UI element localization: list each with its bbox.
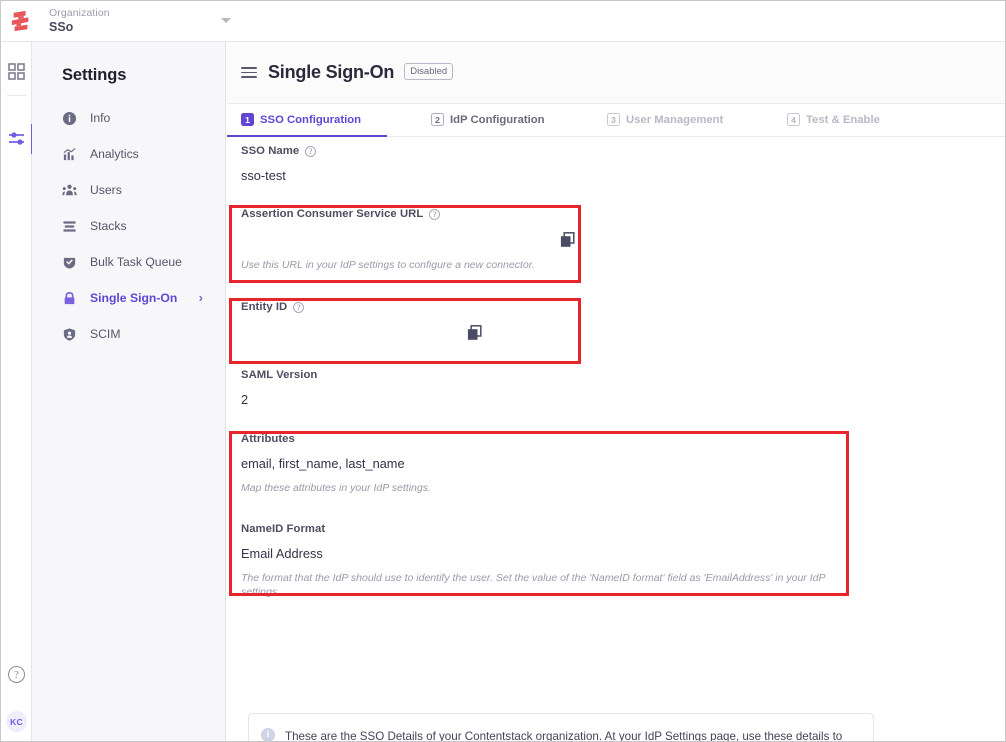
sidebar-item-users[interactable]: Users bbox=[32, 172, 225, 208]
tab-sso-configuration[interactable]: 1 SSO Configuration bbox=[241, 104, 387, 136]
acs-url-value-row bbox=[241, 220, 587, 258]
nameid-format-value: Email Address bbox=[241, 546, 847, 561]
tab-label: IdP Configuration bbox=[450, 114, 545, 126]
sidebar-item-label: Info bbox=[90, 111, 110, 125]
info-callout-text: These are the SSO Details of your Conten… bbox=[285, 727, 859, 742]
tab-label: User Management bbox=[626, 114, 723, 126]
info-icon: i bbox=[261, 728, 275, 742]
left-rail: ? KC bbox=[1, 42, 32, 742]
attributes-value: email, first_name, last_name bbox=[241, 456, 847, 471]
tab-bar: 1 SSO Configuration 2 IdP Configuration … bbox=[227, 104, 1005, 137]
tab-label: SSO Configuration bbox=[260, 114, 361, 126]
sso-name-value: sso-test bbox=[241, 168, 316, 183]
field-sso-name: SSO Name ? sso-test bbox=[241, 145, 316, 183]
acs-url-hint: Use this URL in your IdP settings to con… bbox=[241, 258, 587, 272]
field-attributes: Attributes email, first_name, last_name … bbox=[241, 433, 847, 495]
help-icon[interactable]: ? bbox=[305, 146, 316, 157]
sliders-icon-glyph bbox=[8, 131, 26, 147]
field-assertion-consumer-service-url: Assertion Consumer Service URL ? Use thi… bbox=[241, 208, 587, 272]
copy-icon[interactable] bbox=[560, 232, 575, 253]
tab-test-and-enable[interactable]: 4 Test & Enable bbox=[787, 104, 880, 136]
page-header: Single Sign-On Disabled bbox=[227, 42, 1005, 104]
organization-switcher[interactable]: Organization SSo bbox=[49, 1, 239, 41]
entity-id-value-row bbox=[241, 313, 587, 351]
sidebar-item-analytics[interactable]: Analytics bbox=[32, 136, 225, 172]
chevron-down-icon[interactable] bbox=[221, 18, 231, 23]
sidebar-nav-list: Info Analytics bbox=[32, 100, 225, 352]
tab-user-management[interactable]: 3 User Management bbox=[607, 104, 743, 136]
help-icon[interactable]: ? bbox=[8, 666, 25, 683]
tab-number: 3 bbox=[607, 113, 620, 126]
app-window: Organization SSo ? KC bbox=[0, 0, 1006, 742]
contentstack-logo-icon bbox=[10, 9, 32, 33]
sidebar-item-label: SCIM bbox=[90, 327, 120, 341]
top-bar: Organization SSo bbox=[1, 1, 1005, 42]
chevron-right-icon[interactable]: › bbox=[199, 291, 203, 304]
nameid-format-hint: The format that the IdP should use to id… bbox=[241, 571, 847, 599]
tab-number: 2 bbox=[431, 113, 444, 126]
stacks-icon bbox=[62, 219, 82, 234]
entity-id-label-text: Entity ID bbox=[241, 301, 287, 313]
tab-number: 4 bbox=[787, 113, 800, 126]
entity-id-label: Entity ID ? bbox=[241, 301, 587, 313]
sidebar-item-bulk-task-queue[interactable]: Bulk Task Queue bbox=[32, 244, 225, 280]
info-icon bbox=[62, 111, 82, 126]
nameid-format-label: NameID Format bbox=[241, 523, 847, 535]
grid-icon[interactable] bbox=[1, 50, 32, 92]
sliders-icon[interactable] bbox=[1, 118, 32, 160]
copy-icon-glyph bbox=[467, 325, 482, 341]
shield-icon bbox=[62, 327, 82, 342]
sidebar-title: Settings bbox=[32, 42, 225, 85]
page-title: Single Sign-On bbox=[268, 62, 394, 83]
main-panel: Single Sign-On Disabled 1 SSO Configurat… bbox=[227, 42, 1005, 742]
hamburger-icon[interactable] bbox=[241, 67, 257, 78]
bulk-task-queue-icon bbox=[62, 255, 82, 270]
sidebar-item-label: Bulk Task Queue bbox=[90, 255, 182, 269]
field-nameid-format: NameID Format Email Address The format t… bbox=[241, 523, 847, 599]
help-icon[interactable]: ? bbox=[293, 302, 304, 313]
acs-url-label: Assertion Consumer Service URL ? bbox=[241, 208, 587, 220]
organization-name: SSo bbox=[49, 20, 239, 35]
rail-bottom-group: ? KC bbox=[1, 666, 32, 732]
acs-url-label-text: Assertion Consumer Service URL bbox=[241, 208, 423, 220]
grid-icon-glyph bbox=[8, 63, 25, 80]
sidebar-item-scim[interactable]: SCIM bbox=[32, 316, 225, 352]
info-callout: i These are the SSO Details of your Cont… bbox=[248, 713, 874, 742]
status-badge: Disabled bbox=[404, 63, 453, 81]
sidebar-item-label: Users bbox=[90, 183, 122, 197]
tab-label: Test & Enable bbox=[806, 114, 880, 126]
sidebar-item-label: Stacks bbox=[90, 219, 127, 233]
tab-number: 1 bbox=[241, 113, 254, 126]
sidebar-item-info[interactable]: Info bbox=[32, 100, 225, 136]
lock-icon bbox=[62, 291, 82, 306]
field-entity-id: Entity ID ? bbox=[241, 301, 587, 351]
copy-icon-glyph bbox=[560, 232, 575, 248]
sso-configuration-form: SSO Name ? sso-test Assertion Consumer S… bbox=[227, 137, 1005, 149]
sidebar-item-label: Analytics bbox=[90, 147, 139, 161]
sidebar-item-label: Single Sign-On bbox=[90, 291, 177, 305]
attributes-label: Attributes bbox=[241, 433, 847, 445]
field-saml-version: SAML Version 2 bbox=[241, 369, 317, 407]
users-icon bbox=[62, 183, 82, 198]
avatar[interactable]: KC bbox=[6, 711, 27, 732]
copy-icon[interactable] bbox=[467, 325, 482, 346]
sidebar-item-stacks[interactable]: Stacks bbox=[32, 208, 225, 244]
saml-version-label: SAML Version bbox=[241, 369, 317, 381]
sso-name-label: SSO Name ? bbox=[241, 145, 316, 157]
saml-version-value: 2 bbox=[241, 392, 317, 407]
help-icon[interactable]: ? bbox=[429, 209, 440, 220]
sso-name-label-text: SSO Name bbox=[241, 145, 299, 157]
analytics-icon bbox=[62, 147, 82, 162]
tab-idp-configuration[interactable]: 2 IdP Configuration bbox=[431, 104, 563, 136]
attributes-hint: Map these attributes in your IdP setting… bbox=[241, 481, 847, 495]
rail-divider bbox=[7, 95, 26, 96]
settings-sidebar: Settings Info Analytics bbox=[32, 42, 226, 742]
sidebar-item-single-sign-on[interactable]: Single Sign-On › bbox=[32, 280, 225, 316]
organization-label: Organization bbox=[49, 7, 239, 20]
contentstack-logo[interactable] bbox=[1, 1, 41, 41]
